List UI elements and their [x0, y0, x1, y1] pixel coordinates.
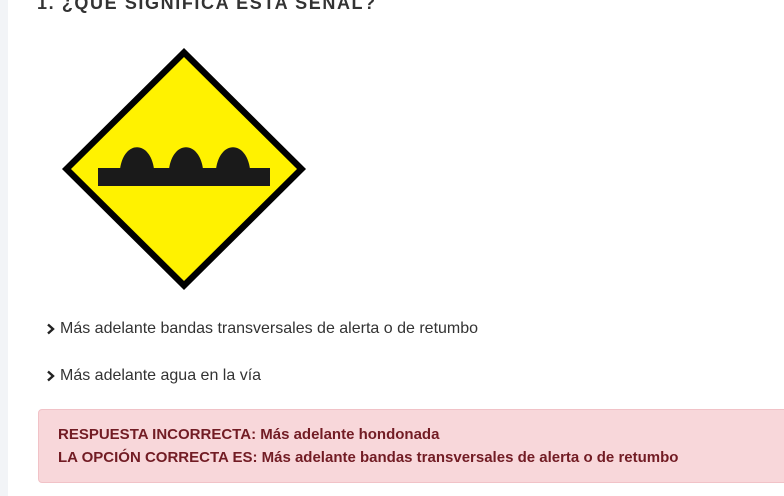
chevron-right-icon [46, 321, 56, 337]
road-sign-image [58, 44, 310, 294]
speed-bumps-warning-sign-icon [62, 48, 306, 290]
answer-option-2[interactable]: Más adelante agua en la vía [46, 367, 261, 385]
chevron-right-icon [46, 368, 56, 384]
answer-option-1[interactable]: Más adelante bandas transversales de ale… [46, 320, 478, 338]
answer-option-label: Más adelante agua en la vía [60, 367, 262, 384]
incorrect-answer-text: RESPUESTA INCORRECTA: Más adelante hondo… [58, 426, 440, 443]
answer-feedback-alert: RESPUESTA INCORRECTA: Más adelante hondo… [38, 409, 784, 483]
correct-answer-text: LA OPCIÓN CORRECTA ES: Más adelante band… [58, 449, 679, 466]
page-left-edge [0, 0, 8, 496]
question-title: 1. ¿QUÉ SIGNIFICA ESTA SEÑAL? [37, 0, 377, 13]
answer-option-label: Más adelante bandas transversales de ale… [60, 320, 479, 337]
